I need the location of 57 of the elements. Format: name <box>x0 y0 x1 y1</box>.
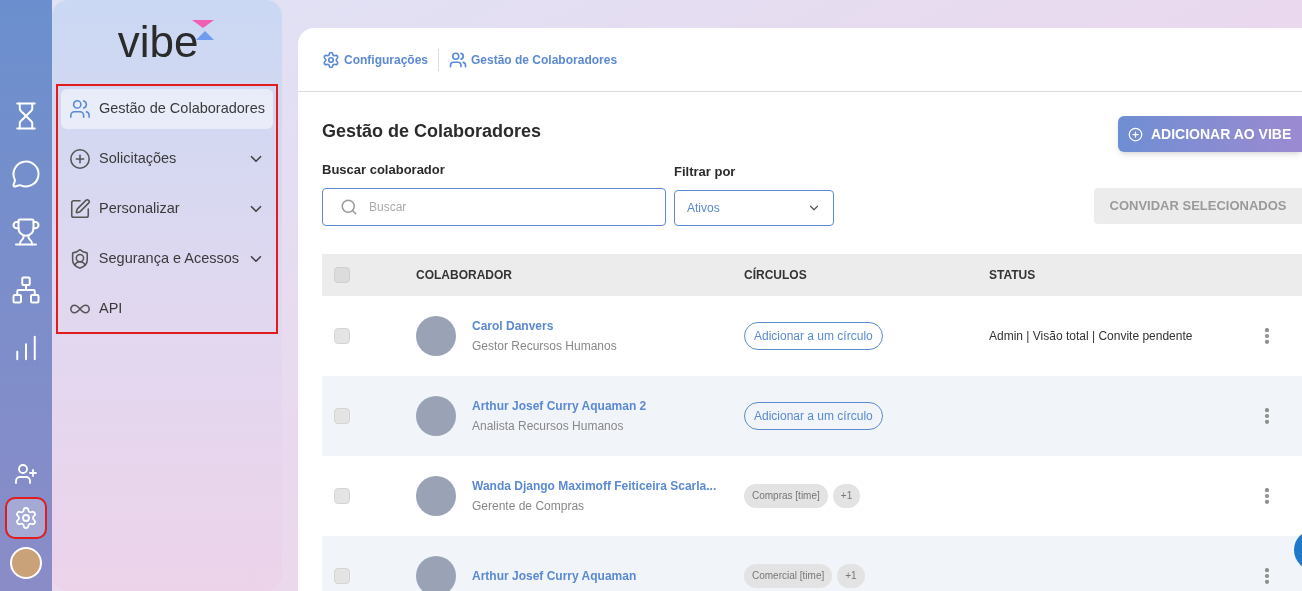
sidebar-label: Solicitações <box>99 149 178 169</box>
breadcrumb-link[interactable]: Gestão de Colaboradores <box>449 50 618 69</box>
avatar <box>416 315 456 356</box>
checkbox[interactable] <box>334 567 350 584</box>
users-icon <box>69 98 91 120</box>
settings-icon <box>322 50 340 69</box>
circle-tag: +1 <box>837 563 865 588</box>
trophy-icon[interactable] <box>11 217 41 247</box>
employee-role: Gestor Recursos Humanos <box>472 337 618 355</box>
chat-bubble-icon[interactable] <box>11 159 41 189</box>
field-label: Filtrar por <box>674 163 737 181</box>
sidebar-label: API <box>99 299 124 319</box>
sidebar-item[interactable]: Personalizar <box>61 189 273 229</box>
employee-role: Analista Recursos Humanos <box>472 417 625 435</box>
plus-circle-icon <box>69 148 91 170</box>
employee-name[interactable]: Arthur Josef Curry Aquaman 2 <box>472 396 744 415</box>
employee-name[interactable]: Carol Danvers <box>472 316 744 335</box>
sidebar-label: Segurança e Acessos <box>98 249 240 269</box>
settings-icon[interactable] <box>14 506 38 530</box>
page-title: Gestão de Colaboradores <box>322 120 542 143</box>
search-icon <box>340 197 358 216</box>
sidebar-item[interactable]: Segurança e Acessos <box>61 239 273 279</box>
avatar <box>416 475 456 516</box>
filter-dropdown[interactable]: Ativos <box>674 189 834 226</box>
status-text: Admin | Visão total | Convite pendente <box>989 327 1194 345</box>
logo-text: vibe <box>117 18 199 66</box>
avatar[interactable] <box>10 547 42 579</box>
avatar <box>416 555 456 591</box>
edit-icon <box>69 198 91 220</box>
sidebar-label: Personalizar <box>99 199 181 219</box>
column-header: STATUS <box>989 266 1036 284</box>
add-button[interactable]: ADICIONAR AO VIBE <box>1118 116 1302 152</box>
column-header: COLABORADOR <box>416 266 513 284</box>
employee-role: Gerente de Compras <box>472 497 586 515</box>
shield-icon <box>69 248 91 270</box>
network-icon[interactable] <box>11 275 41 305</box>
checkbox[interactable] <box>334 266 350 283</box>
avatar <box>416 395 456 436</box>
checkbox[interactable] <box>334 487 350 504</box>
circle-tag: Comercial [time] <box>744 563 833 588</box>
plus-circle-icon <box>1128 126 1143 142</box>
search-field[interactable]: Buscar <box>322 187 666 226</box>
sidebar-item[interactable]: API <box>61 289 273 329</box>
add-user-icon[interactable] <box>14 462 38 486</box>
field-label: Buscar colaborador <box>322 161 446 179</box>
employee-name[interactable]: Wanda Django Maximoff Feiticeira Scarla... <box>472 476 744 495</box>
circle-tag: +1 <box>832 483 861 508</box>
employee-name[interactable]: Arthur Josef Curry Aquaman <box>472 566 744 585</box>
checkbox[interactable] <box>334 327 350 344</box>
sidebar-item[interactable]: Gestão de Colaboradores <box>61 89 273 129</box>
checkbox[interactable] <box>334 407 350 424</box>
users-icon <box>449 50 467 69</box>
breadcrumb-link[interactable]: Configurações <box>322 50 428 69</box>
sidebar-item[interactable]: Solicitações <box>61 139 273 179</box>
sidebar-label: Gestão de Colaboradores <box>98 99 265 119</box>
column-header: CÍRCULOS <box>744 266 808 284</box>
circle-tag: Compras [time] <box>744 483 828 508</box>
